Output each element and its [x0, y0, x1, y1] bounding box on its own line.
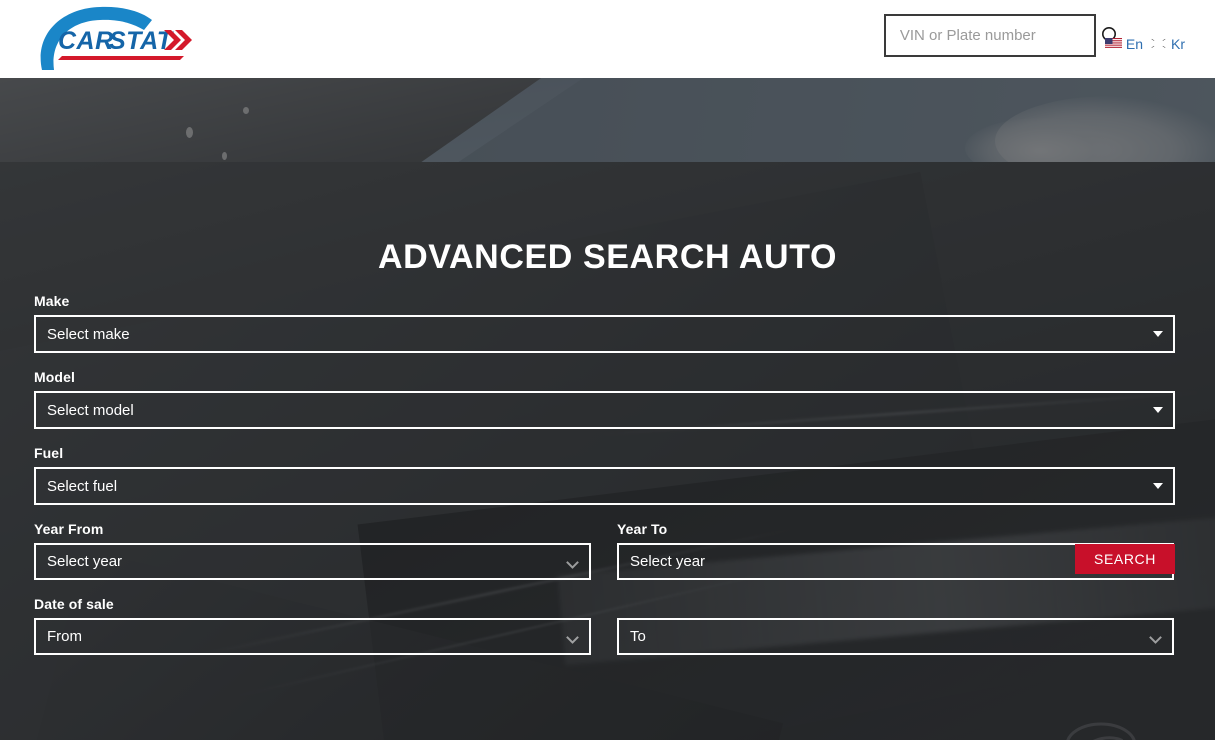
search-button[interactable]: SEARCH [1075, 544, 1175, 574]
chevron-down-icon [1153, 483, 1163, 489]
vin-search-input[interactable] [897, 16, 1101, 55]
select-date-to-value: To [630, 628, 646, 645]
language-link-en[interactable]: En [1104, 35, 1143, 52]
language-link-kr[interactable]: Kr [1150, 36, 1185, 52]
language-label-en: En [1125, 35, 1143, 52]
hero-section: ADVANCED SEARCH AUTO Make Select make Mo… [0, 78, 1215, 740]
label-date-of-sale: Date of sale [34, 596, 114, 612]
label-fuel: Fuel [34, 445, 64, 461]
language-label-kr: Kr [1171, 35, 1185, 52]
select-date-from-value: From [47, 628, 82, 645]
chevron-down-icon [1153, 407, 1163, 413]
select-model-value: Select model [47, 401, 134, 419]
language-switcher: En Kr [1104, 20, 1185, 52]
label-year-from: Year From [34, 521, 104, 537]
car-stat-logo[interactable]: CAR STAT [32, 4, 212, 74]
svg-text:CAR: CAR [58, 27, 114, 55]
select-date-to[interactable]: To [617, 618, 1174, 655]
select-make-value: Select make [47, 325, 130, 343]
select-fuel[interactable]: Select fuel [34, 467, 1175, 505]
advanced-search-form: Make Select make Model Select model Fuel… [34, 293, 1175, 655]
chevron-down-icon [1153, 331, 1163, 337]
field-group-date-from: From [34, 618, 591, 655]
field-group-fuel: Fuel Select fuel [34, 445, 1175, 505]
select-date-from[interactable]: From [34, 618, 591, 655]
vin-search-box[interactable] [883, 14, 1120, 57]
site-header: CAR STAT VIN or Plate number En Kr [0, 0, 1215, 78]
hero-content: ADVANCED SEARCH AUTO Make Select make Mo… [0, 78, 1215, 740]
chevron-down-icon [566, 630, 579, 644]
select-make[interactable]: Select make [34, 315, 1175, 353]
us-flag-icon [1104, 38, 1122, 49]
label-model: Model [34, 369, 75, 385]
chevron-down-icon [1149, 630, 1162, 644]
field-group-date-to: To [617, 618, 1174, 655]
svg-text:STAT: STAT [109, 27, 175, 55]
date-of-sale-row: Date of sale From To [34, 596, 1175, 655]
page-title: ADVANCED SEARCH AUTO [377, 238, 838, 276]
label-make: Make [34, 293, 70, 309]
field-group-model: Model Select model [34, 369, 1175, 429]
header-right-group: En Kr [883, 14, 1185, 57]
select-model[interactable]: Select model [34, 391, 1175, 429]
field-group-make: Make Select make [34, 293, 1175, 353]
select-fuel-value: Select fuel [47, 477, 118, 495]
submit-row: SEARCH [34, 544, 1175, 574]
kr-flag-icon [1150, 38, 1167, 49]
label-year-to: Year To [617, 521, 668, 537]
